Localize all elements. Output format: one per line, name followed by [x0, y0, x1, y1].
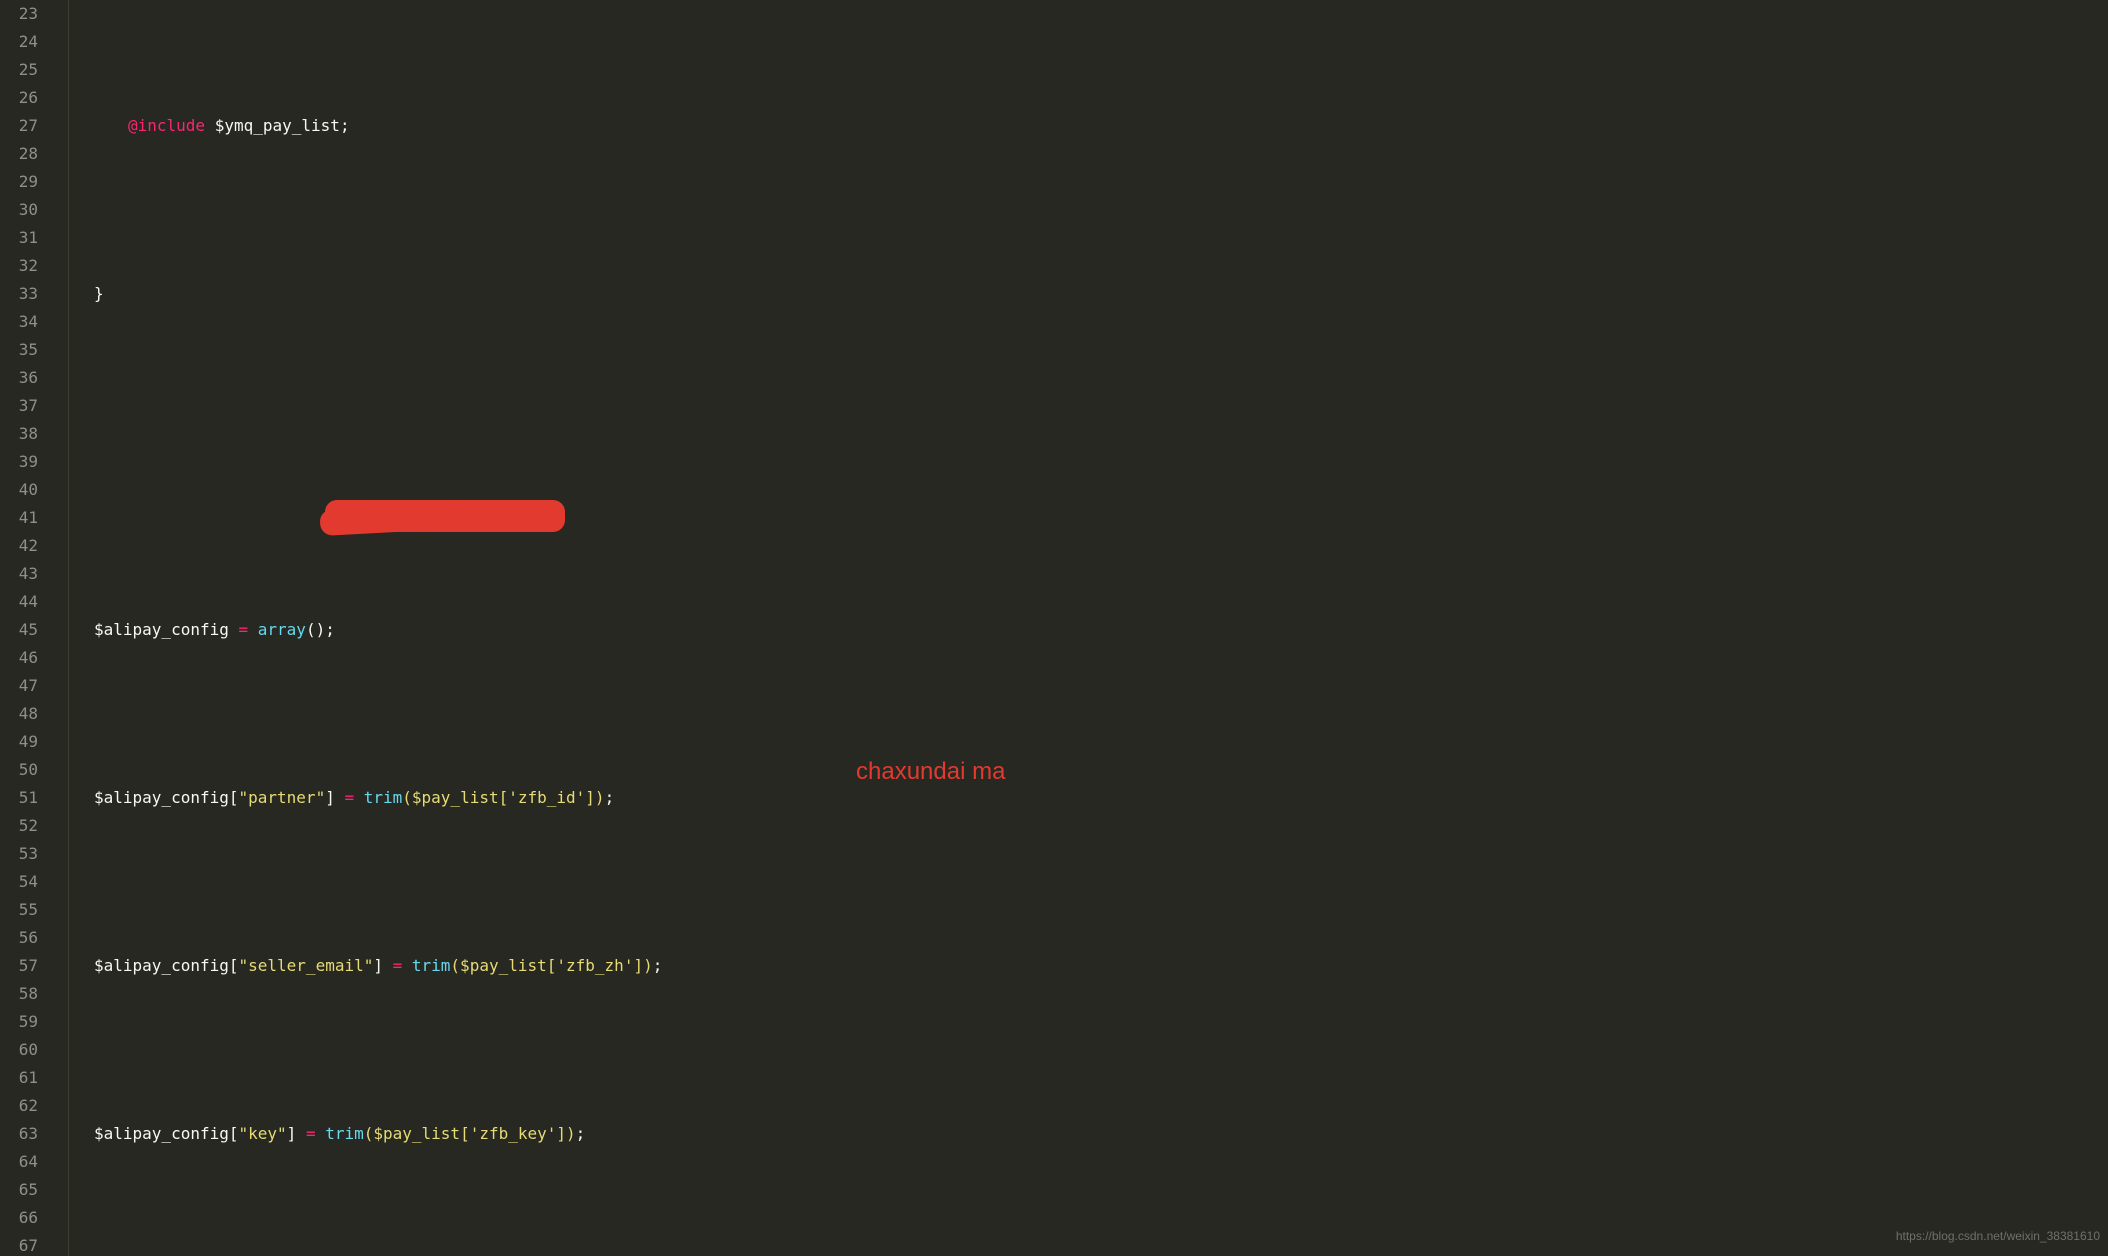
- line-number: 32: [0, 252, 48, 280]
- annotation-text: chaxundai ma: [856, 758, 1005, 786]
- line-number: 55: [0, 896, 48, 924]
- line-number: 47: [0, 672, 48, 700]
- line-number: 37: [0, 392, 48, 420]
- line-number: 29: [0, 168, 48, 196]
- line-number: 64: [0, 1148, 48, 1176]
- key-key: "key": [239, 1124, 287, 1143]
- line-number: 53: [0, 840, 48, 868]
- watermark-text: https://blog.csdn.net/weixin_38381610: [1896, 1222, 2100, 1250]
- line-number: 42: [0, 532, 48, 560]
- line-number: 24: [0, 28, 48, 56]
- line-number: 38: [0, 420, 48, 448]
- line-number: 66: [0, 1204, 48, 1232]
- fn-array: array: [258, 620, 306, 639]
- line-number: 61: [0, 1064, 48, 1092]
- line-number: 60: [0, 1036, 48, 1064]
- var-ymq-pay-list: $ymq_pay_list: [215, 116, 340, 135]
- line-number: 23: [0, 0, 48, 28]
- line-number: 25: [0, 56, 48, 84]
- line-number: 48: [0, 700, 48, 728]
- line-number: 59: [0, 1008, 48, 1036]
- line-number-gutter: 2324252627282930313233343536373839404142…: [0, 0, 48, 1256]
- line-number: 50: [0, 756, 48, 784]
- indent-guide: [68, 0, 69, 1256]
- line-number: 51: [0, 784, 48, 812]
- fn-trim: trim: [364, 788, 403, 807]
- var-alipay-config: $alipay_config: [94, 620, 229, 639]
- line-number: 35: [0, 336, 48, 364]
- line-number: 27: [0, 112, 48, 140]
- line-number: 34: [0, 308, 48, 336]
- line-number: 46: [0, 644, 48, 672]
- line-number: 57: [0, 952, 48, 980]
- line-number: 40: [0, 476, 48, 504]
- code-editor[interactable]: 2324252627282930313233343536373839404142…: [0, 0, 2108, 1256]
- line-number: 36: [0, 364, 48, 392]
- line-number: 63: [0, 1120, 48, 1148]
- line-number: 41: [0, 504, 48, 532]
- line-number: 43: [0, 560, 48, 588]
- line-number: 30: [0, 196, 48, 224]
- line-number: 49: [0, 728, 48, 756]
- line-number: 52: [0, 812, 48, 840]
- line-number: 39: [0, 448, 48, 476]
- keyword-include: @include: [128, 116, 205, 135]
- brace-close: }: [94, 284, 104, 303]
- line-number: 33: [0, 280, 48, 308]
- line-number: 31: [0, 224, 48, 252]
- line-number: 67: [0, 1232, 48, 1256]
- line-number: 65: [0, 1176, 48, 1204]
- line-number: 26: [0, 84, 48, 112]
- line-number: 45: [0, 616, 48, 644]
- line-number: 54: [0, 868, 48, 896]
- line-number: 44: [0, 588, 48, 616]
- code-area[interactable]: @include $ymq_pay_list; } $alipay_config…: [48, 0, 2108, 1256]
- line-number: 56: [0, 924, 48, 952]
- line-number: 62: [0, 1092, 48, 1120]
- line-number: 28: [0, 140, 48, 168]
- key-seller-email: "seller_email": [239, 956, 374, 975]
- line-number: 58: [0, 980, 48, 1008]
- key-partner: "partner": [239, 788, 326, 807]
